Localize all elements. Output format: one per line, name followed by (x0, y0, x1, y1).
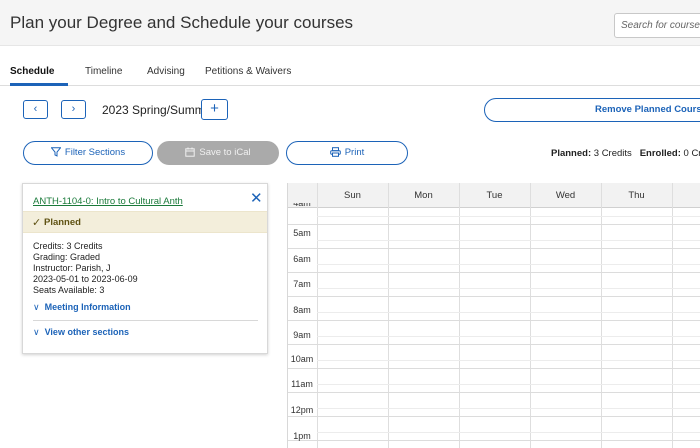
chevron-right-icon: › (71, 103, 76, 115)
tab-petitions-waivers[interactable]: Petitions & Waivers (205, 66, 291, 77)
save-to-ical-button[interactable]: Save to iCal (157, 141, 279, 165)
chevron-down-icon: ∨ (33, 327, 40, 337)
print-label: Print (344, 147, 365, 158)
meeting-information-label: Meeting Information (44, 302, 131, 312)
day-header-sun: Sun (344, 190, 361, 201)
filter-sections-button[interactable]: Filter Sections (23, 141, 153, 165)
hour-line (288, 368, 700, 369)
weekly-calendar: Sun Mon Tue Wed Thu 4am 5am 6am 7am 8am … (287, 183, 700, 448)
hour-line (288, 392, 700, 393)
status-label: Planned (44, 217, 81, 228)
tab-schedule[interactable]: Schedule (10, 66, 54, 77)
enrolled-credits-label: Enrolled: (639, 148, 681, 159)
view-other-sections-label: View other sections (44, 327, 129, 337)
previous-term-button[interactable]: ‹ (23, 100, 48, 119)
hour-line (288, 296, 700, 297)
tab-timeline[interactable]: Timeline (85, 66, 122, 77)
time-label: 9am (293, 330, 311, 340)
time-label: 11am (291, 379, 313, 389)
day-header-wed: Wed (555, 190, 576, 201)
save-to-ical-label: Save to iCal (199, 147, 251, 158)
plus-icon: + (210, 100, 219, 117)
time-label: 10am (290, 354, 314, 364)
print-button[interactable]: Print (286, 141, 408, 165)
time-label: 1pm (293, 431, 311, 441)
filter-sections-label: Filter Sections (64, 147, 126, 158)
card-divider (33, 320, 258, 321)
hour-line (288, 224, 700, 225)
planned-credits-value: 3 Credits (593, 148, 632, 159)
time-label: 8am (293, 305, 311, 315)
half-hour-line (317, 336, 700, 337)
term-label: 2023 Spring/Summer (102, 103, 216, 117)
status-banner: ✓ Planned (23, 211, 267, 233)
add-term-button[interactable]: + (201, 99, 228, 120)
printer-icon (329, 147, 341, 157)
planned-credits-label: Planned: (551, 148, 592, 159)
day-header-mon: Mon (414, 190, 433, 201)
page-header: Plan your Degree and Schedule your cours… (0, 0, 700, 46)
half-hour-line (317, 432, 700, 433)
course-card: ANTH-1104-0: Intro to Cultural Anth ✕ ✓ … (22, 183, 268, 354)
half-hour-line (317, 312, 700, 313)
next-term-button[interactable]: › (61, 100, 86, 119)
time-label: 6am (293, 254, 311, 264)
check-icon: ✓ (32, 217, 42, 229)
close-icon[interactable]: ✕ (250, 191, 263, 207)
tab-advising[interactable]: Advising (147, 66, 185, 77)
course-credits: Credits: 3 Credits (33, 241, 103, 251)
filter-icon (50, 147, 62, 157)
hour-line (288, 416, 700, 417)
hour-line (288, 344, 700, 345)
tab-bar: Schedule Timeline Advising Petitions & W… (0, 60, 700, 86)
half-hour-line (317, 288, 700, 289)
hour-line (288, 320, 700, 321)
view-other-sections-toggle[interactable]: ∨ View other sections (33, 327, 129, 338)
calendar-icon (185, 147, 196, 157)
meeting-information-toggle[interactable]: ∨ Meeting Information (33, 302, 131, 313)
credits-summary: Planned: 3 Credits Enrolled: 0 Credits (551, 148, 700, 159)
half-hour-line (317, 384, 700, 385)
day-header-tue: Tue (486, 190, 503, 201)
time-label: 5am (293, 228, 311, 238)
chevron-down-icon: ∨ (33, 302, 40, 312)
half-hour-line (317, 360, 700, 361)
half-hour-line (317, 240, 700, 241)
time-label: 7am (293, 279, 311, 289)
course-instructor: Instructor: Parish, J (33, 263, 111, 273)
page-title: Plan your Degree and Schedule your cours… (10, 13, 354, 32)
calendar-header: Sun Mon Tue Wed Thu (288, 183, 700, 208)
half-hour-line (317, 264, 700, 265)
active-tab-indicator (10, 83, 68, 86)
hour-line (288, 440, 700, 441)
time-label-partial: 4am (293, 203, 311, 208)
course-grading: Grading: Graded (33, 252, 101, 262)
remove-planned-courses-button[interactable]: Remove Planned Courses (484, 98, 700, 122)
course-dates: 2023-05-01 to 2023-06-09 (33, 274, 138, 284)
time-label: 12pm (290, 405, 314, 415)
half-hour-line (317, 408, 700, 409)
hour-line (288, 272, 700, 273)
chevron-left-icon: ‹ (33, 103, 38, 115)
remove-planned-courses-label: Remove Planned Courses (595, 104, 700, 115)
search-courses-input[interactable] (614, 13, 700, 38)
enrolled-credits-value: 0 Credits (683, 148, 700, 159)
day-header-thu: Thu (628, 190, 645, 201)
half-hour-line (317, 216, 700, 217)
course-title-link[interactable]: ANTH-1104-0: Intro to Cultural Anth (33, 196, 183, 207)
course-seats: Seats Available: 3 (33, 285, 105, 295)
hour-line (288, 248, 700, 249)
